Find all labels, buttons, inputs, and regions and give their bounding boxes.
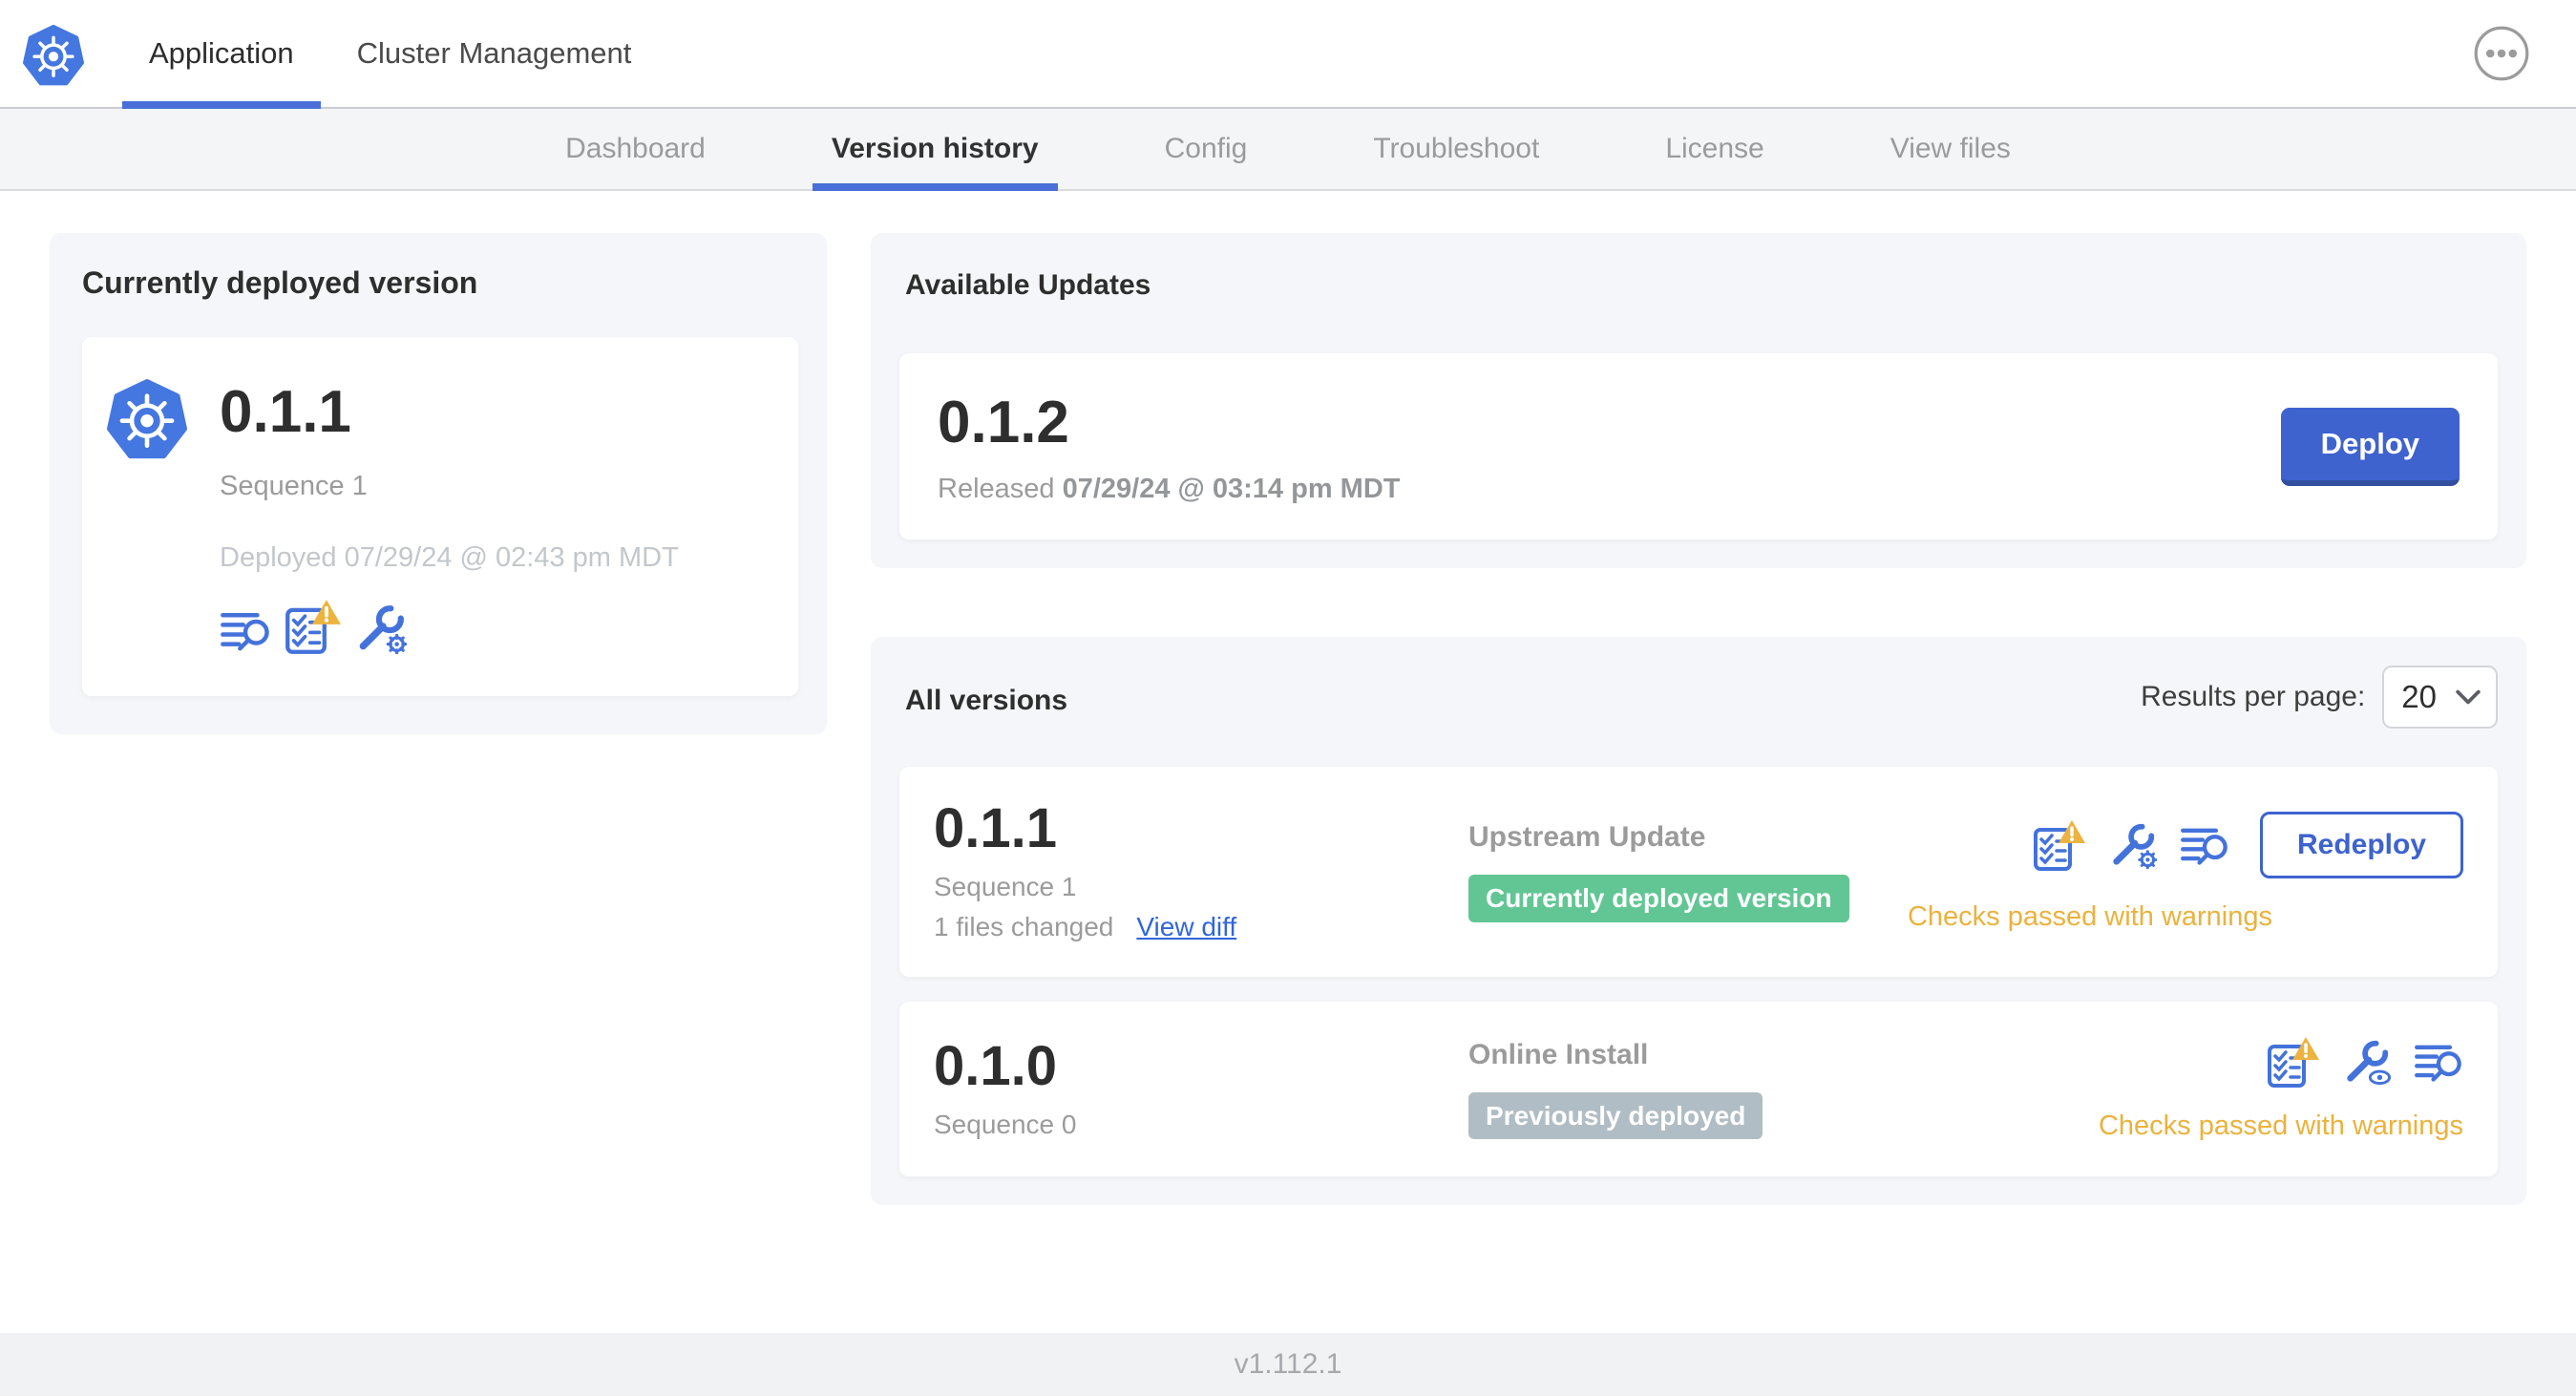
preflight-status-text: Checks passed with warnings — [1907, 900, 2272, 932]
all-versions-card: All versions Results per page: 20 0.1.1 … — [871, 637, 2526, 1205]
app-sub-nav: Dashboard Version history Config Trouble… — [0, 109, 2576, 191]
subnav-dashboard[interactable]: Dashboard — [502, 109, 769, 189]
kubernetes-app-icon — [107, 377, 187, 461]
status-badge: Currently deployed version — [1468, 875, 1849, 922]
view-diff-link[interactable]: View diff — [1136, 912, 1236, 942]
subnav-version-history-label: Version history — [831, 133, 1039, 164]
row-version-number: 0.1.0 — [934, 1034, 1057, 1097]
results-per-page: Results per page: 20 — [2141, 666, 2498, 729]
version-row-0-1-0: 0.1.0 Sequence 0 Online Install Previous… — [899, 1002, 2498, 1176]
console-version: v1.112.1 — [1234, 1348, 1342, 1380]
released-prefix: Released — [938, 474, 1063, 504]
version-row-0-1-1: 0.1.1 Sequence 1 1 files changed View di… — [899, 767, 2498, 977]
currently-deployed-title: Currently deployed version — [82, 265, 478, 300]
results-per-page-label: Results per page: — [2141, 681, 2366, 712]
app-footer: v1.112.1 — [0, 1333, 2576, 1396]
row-source: Upstream Update — [1468, 821, 1706, 854]
preflight-checks-warning-icon[interactable] — [2267, 1036, 2320, 1088]
subnav-troubleshoot-label: Troubleshoot — [1373, 133, 1540, 164]
deploy-button[interactable]: Deploy — [2280, 407, 2460, 486]
row-files-changed: 1 files changed — [934, 912, 1114, 941]
top-bar: Application Cluster Management — [0, 0, 2576, 109]
top-nav: Application Cluster Management — [122, 0, 659, 109]
tab-cluster-management[interactable]: Cluster Management — [330, 0, 659, 107]
subnav-view-files-label: View files — [1890, 133, 2011, 164]
edit-config-icon[interactable] — [2109, 821, 2157, 869]
results-per-page-value: 20 — [2401, 679, 2437, 714]
row-version-number: 0.1.1 — [934, 797, 1057, 859]
deployed-version-tile: 0.1.1 Sequence 1 Deployed 07/29/24 @ 02:… — [82, 337, 798, 696]
tab-application-label: Application — [149, 36, 294, 70]
deploy-logs-icon[interactable] — [2414, 1039, 2463, 1085]
update-released-line: Released 07/29/24 @ 03:14 pm MDT — [938, 474, 1400, 505]
subnav-config-label: Config — [1164, 133, 1248, 164]
deployed-version-actions — [220, 599, 679, 654]
subnav-license-label: License — [1665, 133, 1764, 164]
kubernetes-logo-icon — [23, 22, 84, 89]
main-content: Currently deployed version 0.1.1 Sequenc… — [0, 191, 2576, 1333]
preflight-status-text: Checks passed with warnings — [2098, 1110, 2463, 1141]
tab-cluster-management-label: Cluster Management — [356, 36, 632, 70]
right-column: Available Updates 0.1.2 Released 07/29/2… — [871, 233, 2526, 1205]
available-updates-card: Available Updates 0.1.2 Released 07/29/2… — [871, 233, 2526, 568]
deployed-sequence: Sequence 1 — [220, 471, 368, 501]
available-updates-title: Available Updates — [905, 269, 1151, 301]
results-per-page-select[interactable]: 20 — [2382, 666, 2498, 729]
view-config-icon[interactable] — [2343, 1038, 2391, 1086]
redeploy-button[interactable]: Redeploy — [2259, 811, 2463, 878]
update-version-number: 0.1.2 — [938, 390, 1069, 455]
all-versions-title: All versions — [905, 685, 1068, 716]
row-sequence: Sequence 1 — [934, 872, 1077, 901]
subnav-troubleshoot[interactable]: Troubleshoot — [1310, 109, 1602, 189]
subnav-config[interactable]: Config — [1102, 109, 1311, 189]
deployed-version-number: 0.1.1 — [220, 379, 351, 445]
row-source: Online Install — [1468, 1038, 1649, 1070]
ellipsis-menu-icon[interactable] — [2473, 25, 2530, 82]
deployed-timestamp: Deployed 07/29/24 @ 02:43 pm MDT — [220, 542, 679, 573]
subnav-license[interactable]: License — [1602, 109, 1826, 189]
update-row: 0.1.2 Released 07/29/24 @ 03:14 pm MDT D… — [899, 353, 2498, 539]
currently-deployed-card: Currently deployed version 0.1.1 Sequenc… — [50, 233, 827, 734]
released-date: 07/29/24 @ 03:14 pm MDT — [1062, 474, 1401, 504]
deploy-logs-icon[interactable] — [2180, 822, 2229, 868]
subnav-version-history[interactable]: Version history — [769, 109, 1102, 191]
subnav-dashboard-label: Dashboard — [565, 133, 706, 164]
preflight-checks-warning-icon[interactable] — [2033, 818, 2086, 871]
chevron-down-icon — [2456, 689, 2481, 705]
tab-application[interactable]: Application — [122, 0, 321, 109]
subnav-view-files[interactable]: View files — [1827, 109, 2074, 189]
preflight-checks-warning-icon[interactable] — [285, 599, 342, 654]
status-badge: Previously deployed — [1468, 1091, 1763, 1140]
deploy-logs-icon[interactable] — [220, 606, 271, 654]
edit-config-icon[interactable] — [355, 603, 407, 654]
row-sequence: Sequence 0 — [934, 1109, 1077, 1139]
